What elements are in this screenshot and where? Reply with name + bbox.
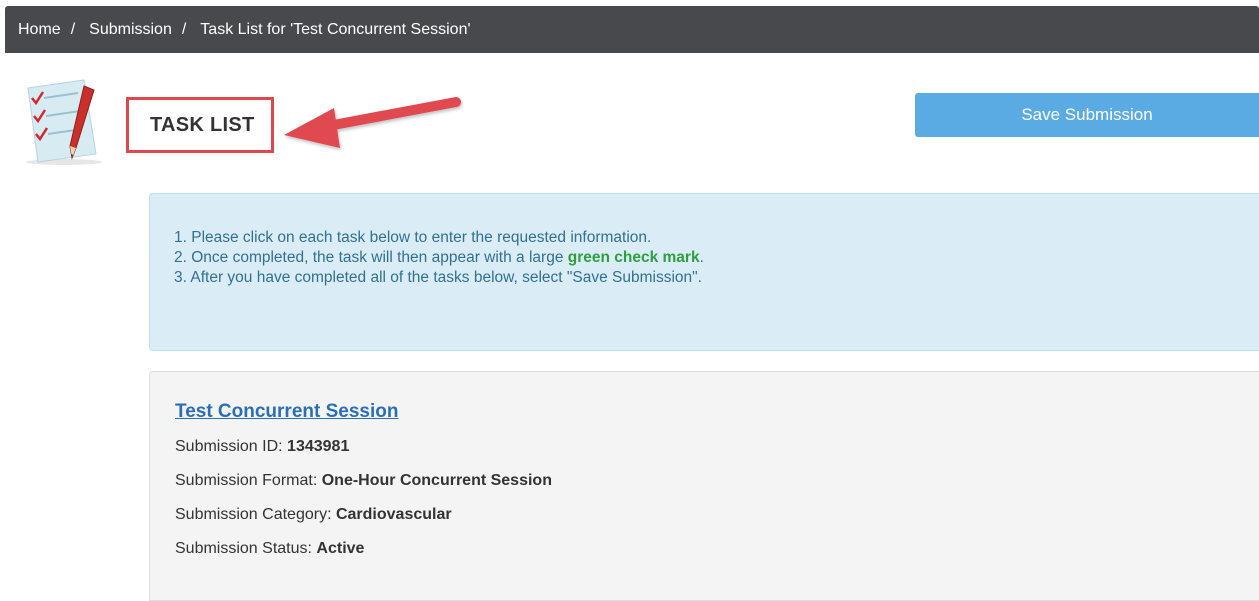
submission-id-value: 1343981	[287, 438, 350, 455]
submission-id-row: Submission ID: 1343981	[175, 430, 1259, 464]
task-link-test-concurrent-session[interactable]: Test Concurrent Session	[175, 401, 398, 423]
submission-category-value: Cardiovascular	[335, 506, 452, 523]
submission-format-value: One-Hour Concurrent Session	[321, 472, 552, 489]
instruction-line-2: 2. Once completed, the task will then ap…	[174, 248, 1259, 268]
task-list-icon	[22, 76, 108, 166]
breadcrumb-current-page: Task List for 'Test Concurrent Session'	[200, 20, 471, 38]
breadcrumb-home[interactable]: Home	[18, 21, 61, 39]
submission-format-row: Submission Format: One-Hour Concurrent S…	[175, 464, 1259, 498]
breadcrumb-separator: /	[181, 20, 187, 38]
breadcrumb-submission[interactable]: Submission	[89, 21, 172, 39]
instruction-line-2-suffix: .	[699, 249, 704, 266]
instruction-line-1: 1. Please click on each task below to en…	[174, 229, 652, 246]
task-card: Test Concurrent Session Submission ID: 1…	[149, 371, 1259, 601]
submission-status-row: Submission Status: Active	[175, 532, 1259, 566]
annotation-arrow-icon	[278, 90, 468, 156]
green-check-mark-text: green check mark	[567, 249, 700, 266]
submission-status-value: Active	[316, 540, 365, 557]
save-submission-button[interactable]: Save Submission	[915, 93, 1259, 137]
submission-category-row: Submission Category: Cardiovascular	[175, 498, 1259, 532]
breadcrumb-separator: /	[70, 20, 76, 38]
page-title: TASK LIST	[150, 113, 255, 136]
submission-status-label: Submission Status:	[175, 540, 317, 557]
page-title-box: TASK LIST	[126, 97, 274, 153]
instructions-box: 1. Please click on each task below to en…	[149, 193, 1259, 351]
instruction-line-2-prefix: 2. Once completed, the task will then ap…	[174, 249, 568, 266]
breadcrumb: Home / Submission / Task List for 'Test …	[5, 6, 1259, 53]
instruction-line-3: 3. After you have completed all of the t…	[174, 269, 702, 286]
submission-id-label: Submission ID:	[175, 438, 288, 455]
submission-format-label: Submission Format:	[175, 472, 322, 489]
submission-category-label: Submission Category:	[175, 506, 336, 523]
